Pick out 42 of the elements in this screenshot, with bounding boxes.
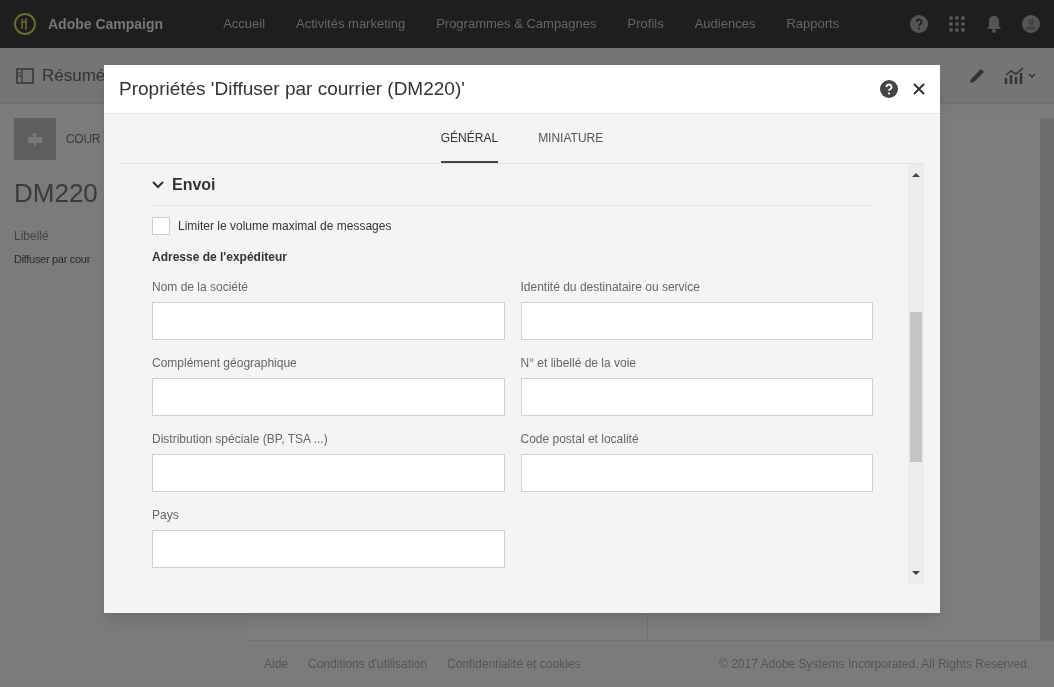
close-icon[interactable] <box>913 83 925 95</box>
help-icon[interactable] <box>880 80 898 98</box>
channel-label: COUR <box>66 131 101 148</box>
nav-link[interactable]: Accueil <box>223 14 266 34</box>
bell-icon[interactable] <box>986 15 1002 33</box>
input-field[interactable] <box>152 302 505 340</box>
logo-icon[interactable] <box>14 13 36 35</box>
chart-dropdown-icon[interactable] <box>1004 66 1038 85</box>
avatar-icon[interactable] <box>1022 15 1040 33</box>
field-value: Diffuser par cour <box>14 252 90 267</box>
input-label: Identité du destinataire ou service <box>520 279 701 296</box>
brand-name: Adobe Campaign <box>48 14 164 34</box>
page-title: Résumé <box>42 64 106 87</box>
nav-link[interactable]: Rapports <box>786 14 840 34</box>
nav-link[interactable]: Profils <box>627 14 664 34</box>
input-field[interactable] <box>152 454 505 492</box>
subheading: Adresse de l'expéditeur <box>152 249 288 266</box>
input-label: Code postal et localité <box>520 431 640 448</box>
input-field[interactable] <box>520 378 873 416</box>
input-field[interactable] <box>520 302 873 340</box>
chevron-icon <box>152 180 164 189</box>
input-field[interactable] <box>152 378 505 416</box>
input-field[interactable] <box>152 530 505 568</box>
apps-grid-icon[interactable] <box>948 15 966 33</box>
input-field[interactable] <box>520 454 873 492</box>
pencil-icon[interactable] <box>968 66 986 85</box>
checkbox[interactable] <box>152 217 170 235</box>
input-label: N° et libellé de la voie <box>520 355 638 372</box>
input-label: Distribution spéciale (BP, TSA ...) <box>152 431 329 448</box>
tab[interactable]: MINIATURE <box>538 114 604 163</box>
section-toggle[interactable]: Envoi <box>152 172 216 197</box>
input-label: Nom de la société <box>152 279 250 296</box>
dialog-title: Propriétés 'Diffuser par courrier (DM220)' <box>119 76 465 101</box>
delivery-name: DM220 <box>14 177 98 210</box>
nav-link[interactable]: Programmes & Campagnes <box>436 14 597 34</box>
checkbox-label: Limiter le volume maximal de messages <box>178 218 392 235</box>
tab[interactable]: GÉNÉRAL <box>440 114 499 163</box>
input-label: Complément géographique <box>152 355 298 372</box>
nav-link[interactable]: Audiences <box>694 14 756 34</box>
input-label: Pays <box>152 507 180 524</box>
panel-icon[interactable] <box>16 67 34 84</box>
nav-link[interactable]: Activités marketing <box>296 14 406 34</box>
